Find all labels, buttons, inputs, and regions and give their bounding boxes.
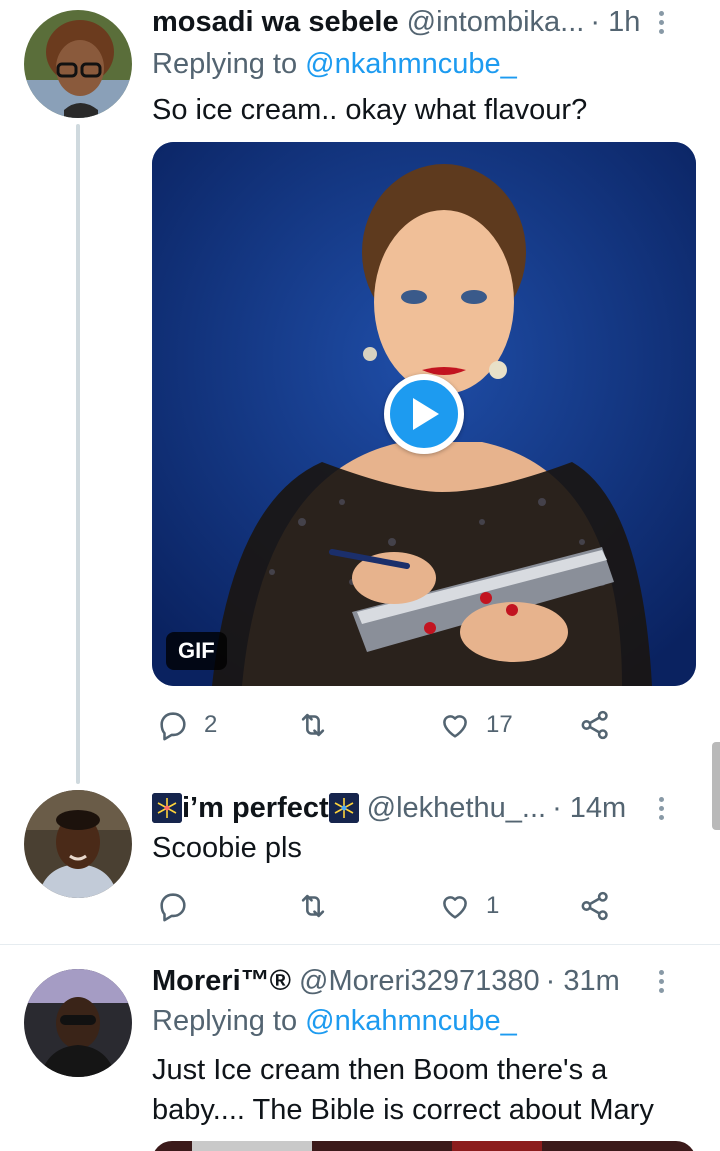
like-button[interactable]: 1 xyxy=(438,886,499,926)
share-icon xyxy=(581,891,608,921)
avatar[interactable] xyxy=(24,790,132,898)
tweet-header: mosadi wa sebele @intombika... · 1h xyxy=(152,2,700,42)
tweet-actions: 2 17 xyxy=(152,705,672,745)
timestamp[interactable]: · 14m xyxy=(552,792,626,825)
avatar[interactable] xyxy=(24,10,132,118)
tweet-3[interactable]: Moreri™® @Moreri32971380 · 31m Replying … xyxy=(0,945,720,1151)
replying-to-line: Replying to @nkahmncube_ xyxy=(152,48,517,81)
display-name[interactable]: Moreri™® xyxy=(152,965,291,998)
timestamp[interactable]: · 1h xyxy=(590,6,640,39)
tweet-actions: 1 xyxy=(152,886,672,926)
like-button[interactable]: 17 xyxy=(438,705,513,745)
reply-icon xyxy=(160,712,186,741)
timestamp[interactable]: · 31m xyxy=(546,965,620,998)
retweet-button[interactable] xyxy=(296,705,330,745)
like-count: 1 xyxy=(486,892,500,919)
tweet-text: Scoobie pls xyxy=(152,832,302,864)
tweet-1[interactable]: mosadi wa sebele @intombika... · 1h Repl… xyxy=(0,0,720,760)
retweet-icon xyxy=(301,713,325,737)
tweet-header: Moreri™® @Moreri32971380 · 31m xyxy=(152,961,700,1001)
user-handle[interactable]: @Moreri32971380 xyxy=(299,965,540,998)
play-button[interactable] xyxy=(384,374,464,454)
tweet-text-line: Just Ice cream then Boom there's a xyxy=(152,1054,608,1086)
replying-prefix: Replying to xyxy=(152,1005,298,1037)
gif-media[interactable]: GIF xyxy=(152,142,696,686)
more-options-icon[interactable] xyxy=(659,969,664,993)
user-handle[interactable]: @intombika... xyxy=(407,6,585,39)
display-name[interactable]: mosadi wa sebele xyxy=(152,6,399,39)
user-handle[interactable]: @lekhethu_... xyxy=(367,792,546,825)
avatar-image xyxy=(24,969,132,1077)
tweet-2[interactable]: i’m perfect @lekhethu_... · 14m Scoobie … xyxy=(0,760,720,944)
reply-button[interactable]: 2 xyxy=(156,705,217,745)
tweet-text: So ice cream.. okay what flavour? xyxy=(152,94,588,126)
display-name[interactable]: i’m perfect xyxy=(182,792,329,825)
replying-prefix: Replying to xyxy=(152,48,298,80)
retweet-button[interactable] xyxy=(296,886,330,926)
heart-icon xyxy=(443,896,467,919)
reply-count: 2 xyxy=(204,711,218,738)
replying-mention-link[interactable]: @nkahmncube_ xyxy=(305,48,517,80)
more-options-icon[interactable] xyxy=(659,796,664,820)
like-count: 17 xyxy=(486,711,513,738)
retweet-icon xyxy=(301,894,325,918)
reply-icon xyxy=(160,893,186,922)
tweet-header: i’m perfect @lekhethu_... · 14m xyxy=(152,788,700,828)
tweet-text: Just Ice cream then Boom there's a baby.… xyxy=(152,1050,700,1130)
reply-button[interactable] xyxy=(156,886,190,926)
share-button[interactable] xyxy=(578,886,612,926)
gif-badge: GIF xyxy=(166,632,227,670)
fireworks-emoji-icon xyxy=(152,793,182,823)
avatar-image xyxy=(24,10,132,118)
avatar-image xyxy=(24,790,132,898)
replying-to-line: Replying to @nkahmncube_ xyxy=(152,1005,517,1038)
media-preview-partial[interactable] xyxy=(152,1141,696,1151)
heart-icon xyxy=(443,715,467,738)
play-icon xyxy=(413,398,439,430)
share-icon xyxy=(581,710,608,740)
tweet-text-line: baby.... The Bible is correct about Mary xyxy=(152,1094,654,1126)
scrollbar[interactable] xyxy=(712,742,720,830)
fireworks-emoji-icon xyxy=(328,793,359,823)
more-options-icon[interactable] xyxy=(659,10,664,34)
replying-mention-link[interactable]: @nkahmncube_ xyxy=(305,1005,517,1037)
avatar[interactable] xyxy=(24,969,132,1077)
share-button[interactable] xyxy=(578,705,612,745)
